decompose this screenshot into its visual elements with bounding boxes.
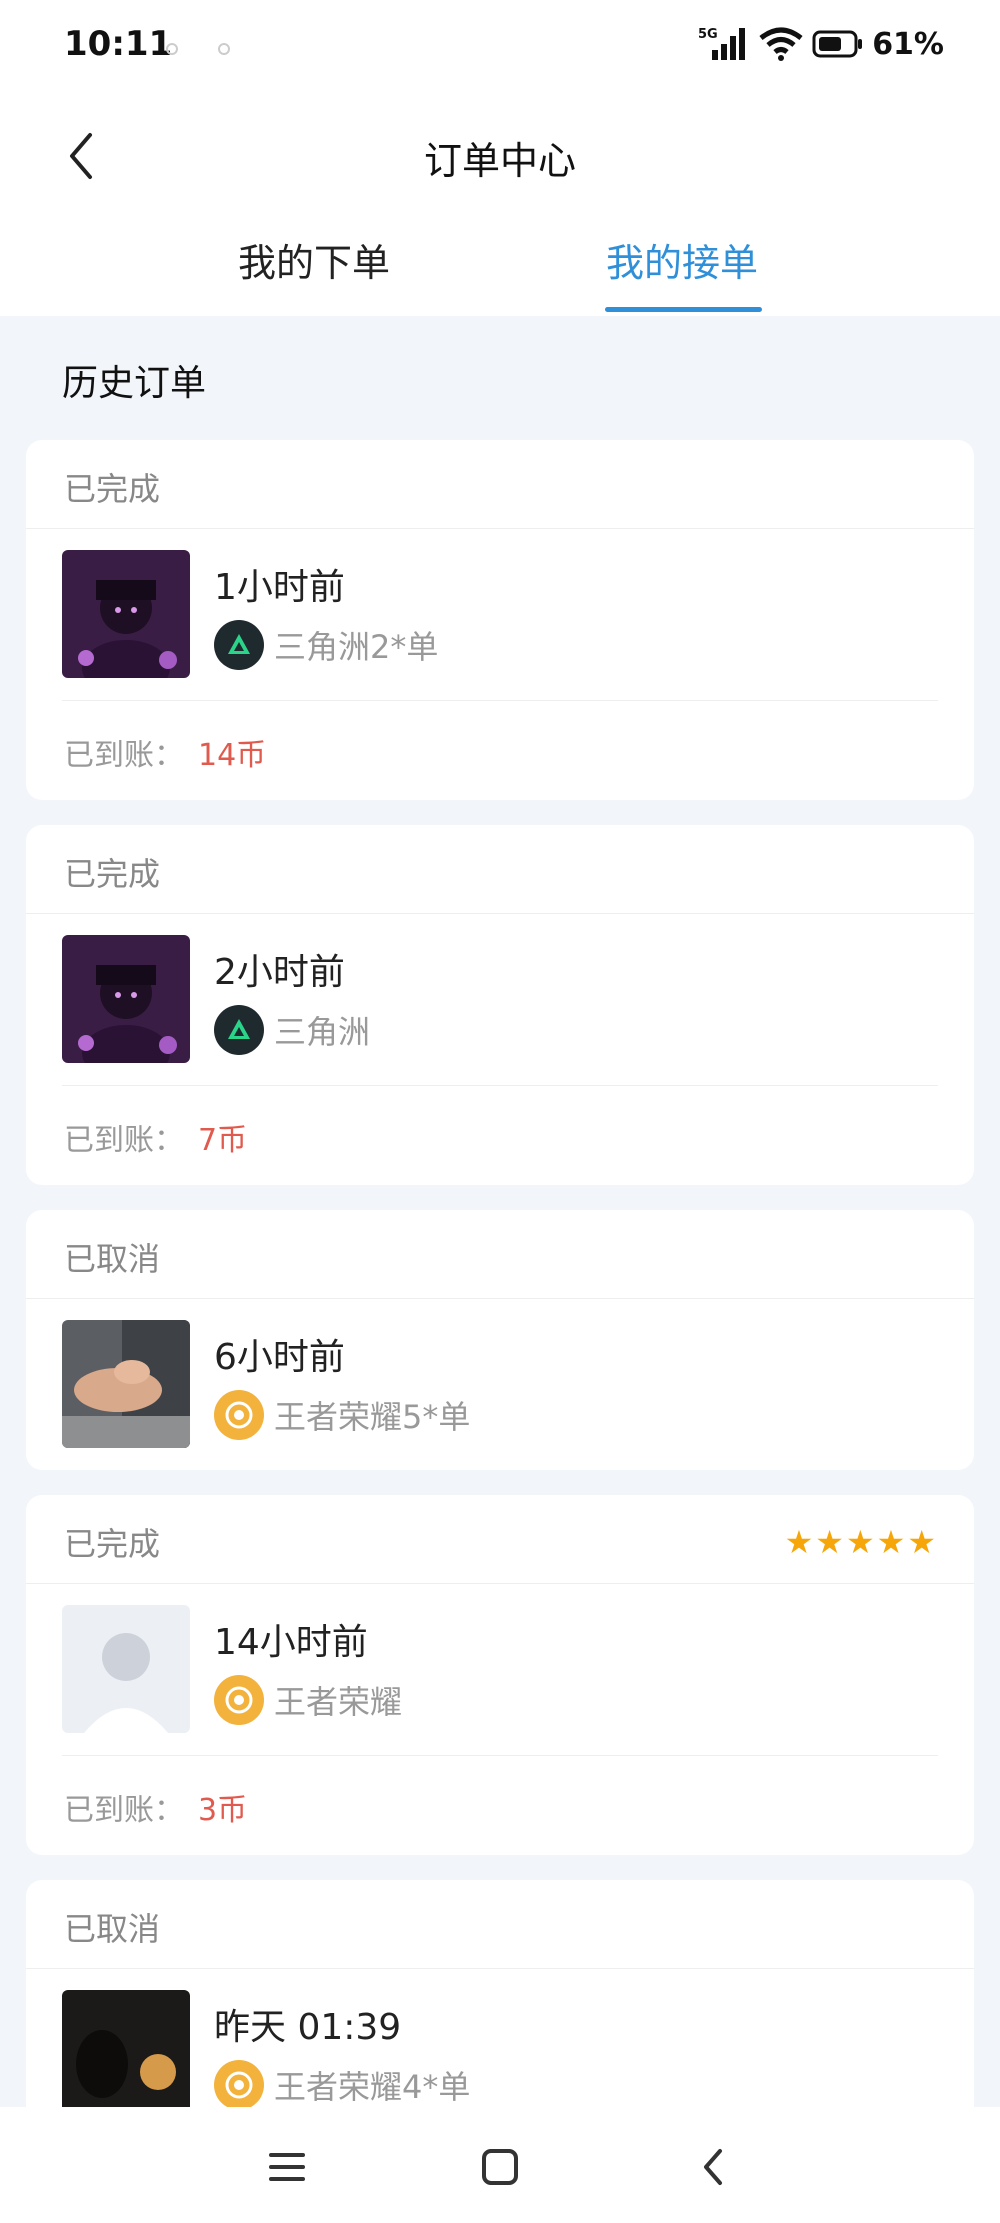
active-tab-indicator	[605, 307, 762, 312]
network-type: 5G	[698, 27, 718, 42]
avatar	[62, 1990, 190, 2118]
divider	[26, 1583, 974, 1584]
game-row: 王者荣耀	[214, 1675, 402, 1725]
order-status: 已取消	[64, 1240, 161, 1278]
delta-force-icon	[214, 1005, 264, 1055]
payout-label: 已到账：	[64, 738, 184, 773]
game-name: 王者荣耀5*单	[274, 1398, 471, 1436]
game-row: 三角洲2*单	[214, 620, 438, 670]
battery-icon	[812, 30, 863, 58]
game-row: 王者荣耀4*单	[214, 2060, 470, 2110]
order-card[interactable]: 已完成 2小时前 三角洲 已到账： 7币	[26, 825, 974, 1185]
game-name: 王者荣耀4*单	[274, 2068, 471, 2106]
game-name: 王者荣耀	[274, 1683, 403, 1721]
divider	[62, 700, 938, 701]
system-back-button[interactable]	[683, 2137, 743, 2197]
status-bar: 10:11 5G 61%	[0, 0, 1000, 92]
avatar	[62, 550, 190, 678]
order-time: 2小时前	[214, 952, 345, 993]
game-row: 三角洲	[214, 1005, 370, 1055]
game-name: 三角洲2*单	[274, 628, 439, 666]
order-time: 6小时前	[214, 1337, 345, 1378]
home-button[interactable]	[470, 2137, 530, 2197]
order-center-screen: 10:11 5G 61% 订单中心 我的下单 我的接单 历史订单 已完成 1小时…	[0, 0, 1000, 2223]
payout: 已到账： 3币	[64, 1785, 247, 1829]
tab-my-orders[interactable]: 我的下单	[238, 232, 390, 287]
avatar	[62, 1605, 190, 1733]
order-status: 已取消	[64, 1910, 161, 1948]
payout: 已到账： 14币	[64, 730, 266, 774]
rating-stars-icon: ★★★★★	[784, 1523, 938, 1561]
battery-percentage: 61%	[872, 26, 944, 62]
order-time: 14小时前	[214, 1622, 368, 1663]
chevron-left-icon	[704, 2149, 722, 2185]
menu-icon	[269, 2153, 305, 2181]
order-card[interactable]: 已完成 1小时前 三角洲2*单 已到账： 14币	[26, 440, 974, 800]
cellular-signal-icon: 5G	[698, 27, 746, 60]
recent-apps-button[interactable]	[257, 2137, 317, 2197]
divider	[62, 1085, 938, 1086]
divider	[26, 1298, 974, 1299]
order-card[interactable]: 已取消 6小时前 王者荣耀5*单	[26, 1210, 974, 1470]
order-status: 已完成	[64, 470, 161, 508]
avatar	[62, 935, 190, 1063]
order-status: 已完成	[64, 1525, 161, 1563]
wifi-icon	[759, 27, 803, 61]
status-indicators: 5G 61%	[698, 26, 944, 62]
game-row: 王者荣耀5*单	[214, 1390, 470, 1440]
payout-amount: 14币	[198, 738, 267, 773]
notification-dots	[166, 40, 270, 59]
honor-of-kings-icon	[214, 1675, 264, 1725]
honor-of-kings-icon	[214, 1390, 264, 1440]
payout-label: 已到账：	[64, 1793, 184, 1828]
payout-label: 已到账：	[64, 1123, 184, 1158]
game-name: 三角洲	[274, 1013, 371, 1051]
payout: 已到账： 7币	[64, 1115, 247, 1159]
divider	[62, 1755, 938, 1756]
tab-my-accepted[interactable]: 我的接单	[606, 232, 758, 287]
payout-amount: 7币	[198, 1123, 248, 1158]
page-title: 订单中心	[423, 139, 576, 183]
system-navigation-bar	[0, 2107, 1000, 2223]
divider	[26, 913, 974, 914]
header: 订单中心 我的下单 我的接单	[0, 92, 1000, 316]
order-card[interactable]: 已完成 ★★★★★ 14小时前 王者荣耀 已到账： 3币	[26, 1495, 974, 1855]
order-status: 已完成	[64, 855, 161, 893]
section-title: 历史订单	[62, 363, 207, 404]
divider	[26, 1968, 974, 1969]
status-time: 10:11	[64, 24, 173, 64]
payout-amount: 3币	[198, 1793, 248, 1828]
delta-force-icon	[214, 620, 264, 670]
square-icon	[482, 2149, 518, 2185]
divider	[26, 528, 974, 529]
honor-of-kings-icon	[214, 2060, 264, 2110]
order-time: 1小时前	[214, 567, 345, 608]
avatar	[62, 1320, 190, 1448]
order-time: 昨天 01:39	[214, 2007, 402, 2048]
